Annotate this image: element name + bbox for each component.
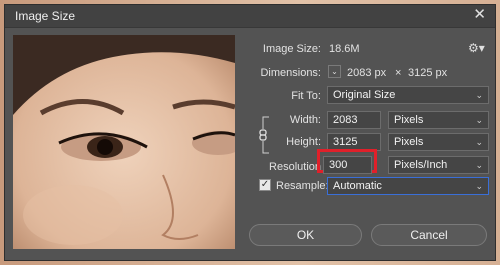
resolution-unit-value: Pixels/Inch <box>394 159 448 171</box>
chevron-down-icon: ⌄ <box>475 181 483 191</box>
resample-label: Resample: <box>276 180 329 192</box>
height-unit-value: Pixels <box>394 136 424 148</box>
dimensions-times: × <box>395 67 402 79</box>
face-preview-image <box>13 35 235 249</box>
dimensions-width: 2083 px <box>347 67 387 79</box>
chevron-down-icon: ⌄ <box>475 137 483 147</box>
fit-to-value: Original Size <box>333 89 396 101</box>
width-unit-select[interactable]: Pixels ⌄ <box>388 111 489 129</box>
image-size-label: Image Size: <box>262 43 321 55</box>
image-size-value: 18.6M <box>329 43 360 55</box>
close-icon[interactable]: ✕ <box>473 7 486 23</box>
cancel-button[interactable]: Cancel <box>371 224 487 246</box>
width-label: Width: <box>289 114 321 126</box>
height-label: Height: <box>286 136 321 148</box>
chevron-down-icon: ⌄ <box>475 160 483 170</box>
width-input[interactable]: 2083 <box>327 111 381 129</box>
resolution-input[interactable]: 300 <box>323 156 372 174</box>
chevron-down-icon[interactable]: ⌄ <box>328 65 341 78</box>
resample-select[interactable]: Automatic ⌄ <box>327 177 489 195</box>
ok-button[interactable]: OK <box>249 224 362 246</box>
chevron-down-icon: ⌄ <box>475 90 483 100</box>
image-preview[interactable] <box>13 35 235 249</box>
chevron-down-icon: ⌄ <box>475 115 483 125</box>
width-unit-value: Pixels <box>394 114 424 126</box>
fit-to-select[interactable]: Original Size ⌄ <box>327 86 489 104</box>
image-size-dialog: Image Size ✕ Image Size: 18.6M ⚙▾ Dimens… <box>4 4 496 261</box>
height-unit-select[interactable]: Pixels ⌄ <box>388 133 489 151</box>
resolution-label: Resolution <box>269 161 321 173</box>
dimensions-label: Dimensions: <box>260 67 321 79</box>
fit-to-label: Fit To: <box>291 90 321 102</box>
dialog-title: Image Size <box>15 9 76 23</box>
dimensions-height: 3125 px <box>408 67 448 79</box>
dialog-titlebar: Image Size ✕ <box>5 5 495 28</box>
gear-icon[interactable]: ⚙▾ <box>468 41 485 55</box>
resolution-unit-select[interactable]: Pixels/Inch ⌄ <box>388 156 489 174</box>
resample-value: Automatic <box>333 180 382 192</box>
resample-checkbox[interactable]: ✓ <box>259 179 271 191</box>
